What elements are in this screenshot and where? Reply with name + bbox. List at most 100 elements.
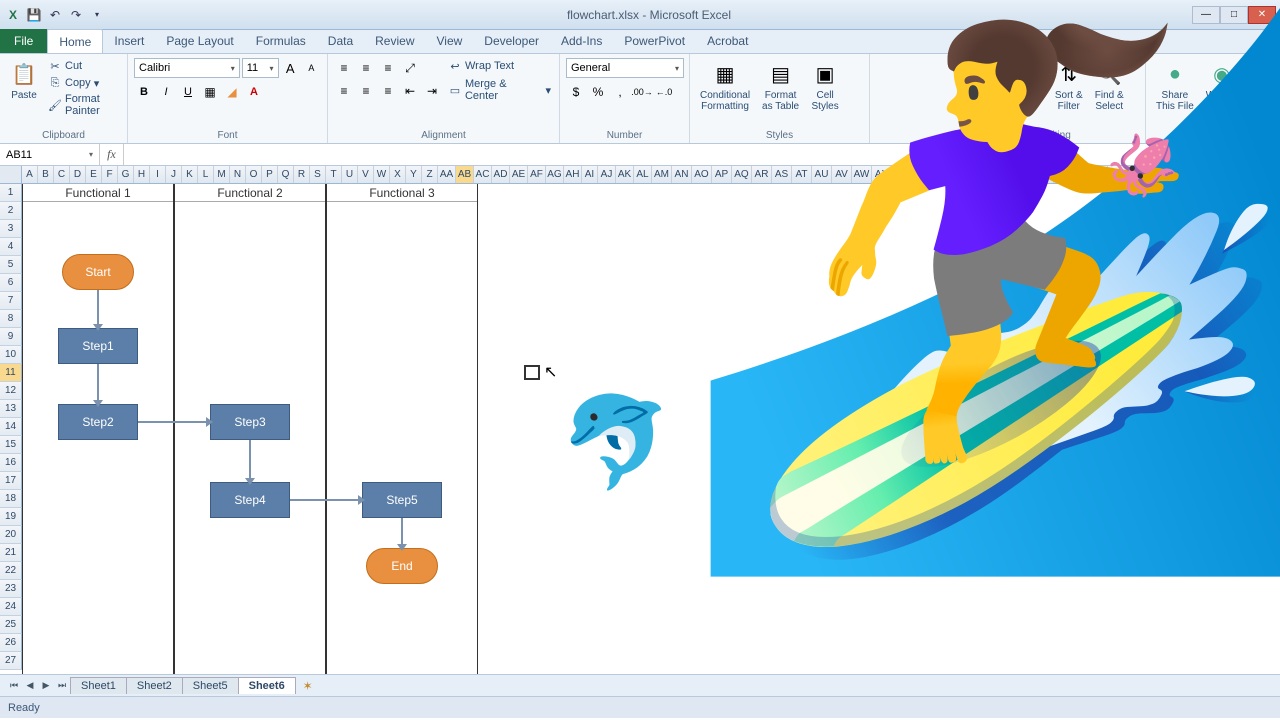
paste-button[interactable]: 📋 Paste <box>6 58 42 103</box>
clear-button[interactable]: ◇Clear ▾ <box>972 92 1047 108</box>
col-header-AH[interactable]: AH <box>564 166 582 183</box>
row-header-23[interactable]: 23 <box>0 580 22 598</box>
col-header-AE[interactable]: AE <box>510 166 528 183</box>
sheet-nav-prev[interactable]: ◀ <box>22 678 38 694</box>
tab-data[interactable]: Data <box>317 29 364 53</box>
cut-button[interactable]: ✂Cut <box>46 58 121 74</box>
step2-shape[interactable]: Step2 <box>58 404 138 440</box>
font-color-button[interactable]: A <box>244 82 264 102</box>
tab-review[interactable]: Review <box>364 29 425 53</box>
font-size-combo[interactable]: 11▾ <box>242 58 279 78</box>
sort-filter-button[interactable]: ⇅Sort & Filter <box>1051 58 1087 114</box>
find-select-button[interactable]: 🔍Find & Select <box>1091 58 1128 114</box>
format-painter-button[interactable]: 🖌Format Painter <box>46 92 121 118</box>
col-header-AD[interactable]: AD <box>492 166 510 183</box>
col-header-Y[interactable]: Y <box>406 166 422 183</box>
col-header-X[interactable]: X <box>390 166 406 183</box>
undo-icon[interactable]: ↶ <box>46 6 64 24</box>
col-header-BH[interactable]: BH <box>1054 166 1072 183</box>
row-header-2[interactable]: 2 <box>0 202 22 220</box>
step1-shape[interactable]: Step1 <box>58 328 138 364</box>
step5-shape[interactable]: Step5 <box>362 482 442 518</box>
row-header-13[interactable]: 13 <box>0 400 22 418</box>
col-header-R[interactable]: R <box>294 166 310 183</box>
col-header-F[interactable]: F <box>102 166 118 183</box>
row-header-17[interactable]: 17 <box>0 472 22 490</box>
col-header-AS[interactable]: AS <box>772 166 792 183</box>
col-header-H[interactable]: H <box>134 166 150 183</box>
sheet-nav-last[interactable]: ⏭ <box>54 678 70 694</box>
col-header-BD[interactable]: BD <box>982 166 1000 183</box>
col-header-M[interactable]: M <box>214 166 230 183</box>
percent-button[interactable]: % <box>588 82 608 102</box>
col-header-L[interactable]: L <box>198 166 214 183</box>
align-bottom-button[interactable]: ≡ <box>378 58 398 78</box>
copy-button[interactable]: ⎘Copy ▾ <box>46 75 121 91</box>
grow-font-button[interactable]: A <box>281 58 300 78</box>
orientation-button[interactable]: ⤢ <box>400 58 420 78</box>
sheet-nav-next[interactable]: ▶ <box>38 678 54 694</box>
col-header-K[interactable]: K <box>182 166 198 183</box>
name-box[interactable]: AB11▾ <box>0 144 100 165</box>
col-header-A[interactable]: A <box>22 166 38 183</box>
col-header-BF[interactable]: BF <box>1018 166 1036 183</box>
end-shape[interactable]: End <box>366 548 438 584</box>
col-header-BJ[interactable]: BJ <box>1090 166 1108 183</box>
fill-color-button[interactable]: ◢ <box>222 82 242 102</box>
col-header-AA[interactable]: AA <box>438 166 456 183</box>
col-header-AU[interactable]: AU <box>812 166 832 183</box>
select-all-corner[interactable] <box>0 166 22 183</box>
col-header-AO[interactable]: AO <box>692 166 712 183</box>
row-header-21[interactable]: 21 <box>0 544 22 562</box>
step3-shape[interactable]: Step3 <box>210 404 290 440</box>
col-header-V[interactable]: V <box>358 166 374 183</box>
col-header-B[interactable]: B <box>38 166 54 183</box>
col-header-BC[interactable]: BC <box>964 166 982 183</box>
row-header-16[interactable]: 16 <box>0 454 22 472</box>
align-left-button[interactable]: ≡ <box>334 81 354 101</box>
tab-page-layout[interactable]: Page Layout <box>155 29 244 53</box>
align-right-button[interactable]: ≡ <box>378 81 398 101</box>
col-header-W[interactable]: W <box>374 166 390 183</box>
format-as-table-button[interactable]: ▤Format as Table <box>758 58 803 114</box>
tab-formulas[interactable]: Formulas <box>245 29 317 53</box>
col-header-BE[interactable]: BE <box>1000 166 1018 183</box>
row-header-5[interactable]: 5 <box>0 256 22 274</box>
tab-developer[interactable]: Developer <box>473 29 550 53</box>
row-header-6[interactable]: 6 <box>0 274 22 292</box>
wrap-text-button[interactable]: ↩Wrap Text <box>446 58 553 74</box>
underline-button[interactable]: U <box>178 82 198 102</box>
row-header-22[interactable]: 22 <box>0 562 22 580</box>
minimize-button[interactable]: — <box>1192 6 1220 24</box>
col-header-J[interactable]: J <box>166 166 182 183</box>
col-header-AR[interactable]: AR <box>752 166 772 183</box>
inc-decimal-button[interactable]: .00→ <box>632 82 652 102</box>
col-header-G[interactable]: G <box>118 166 134 183</box>
col-header-N[interactable]: N <box>230 166 246 183</box>
row-header-4[interactable]: 4 <box>0 238 22 256</box>
col-header-AG[interactable]: AG <box>546 166 564 183</box>
shrink-font-button[interactable]: A <box>302 58 321 78</box>
row-header-7[interactable]: 7 <box>0 292 22 310</box>
sheet-nav-first[interactable]: ⏮ <box>6 678 22 694</box>
tab-view[interactable]: View <box>426 29 474 53</box>
row-header-12[interactable]: 12 <box>0 382 22 400</box>
dec-indent-button[interactable]: ⇤ <box>400 81 420 101</box>
col-header-AQ[interactable]: AQ <box>732 166 752 183</box>
number-format-combo[interactable]: General▾ <box>566 58 684 78</box>
tab-addins[interactable]: Add-Ins <box>550 29 613 53</box>
col-header-D[interactable]: D <box>70 166 86 183</box>
col-header-AV[interactable]: AV <box>832 166 852 183</box>
col-header-AY[interactable]: AY <box>892 166 910 183</box>
font-family-combo[interactable]: Calibri▾ <box>134 58 240 78</box>
col-header-AC[interactable]: AC <box>474 166 492 183</box>
col-header-T[interactable]: T <box>326 166 342 183</box>
col-header-AI[interactable]: AI <box>582 166 598 183</box>
share-file-button[interactable]: ●Share This File <box>1152 58 1198 114</box>
new-sheet-button[interactable]: ✶ <box>299 678 317 694</box>
row-header-8[interactable]: 8 <box>0 310 22 328</box>
currency-button[interactable]: $ <box>566 82 586 102</box>
row-header-19[interactable]: 19 <box>0 508 22 526</box>
row-header-1[interactable]: 1 <box>0 184 22 202</box>
align-top-button[interactable]: ≡ <box>334 58 354 78</box>
